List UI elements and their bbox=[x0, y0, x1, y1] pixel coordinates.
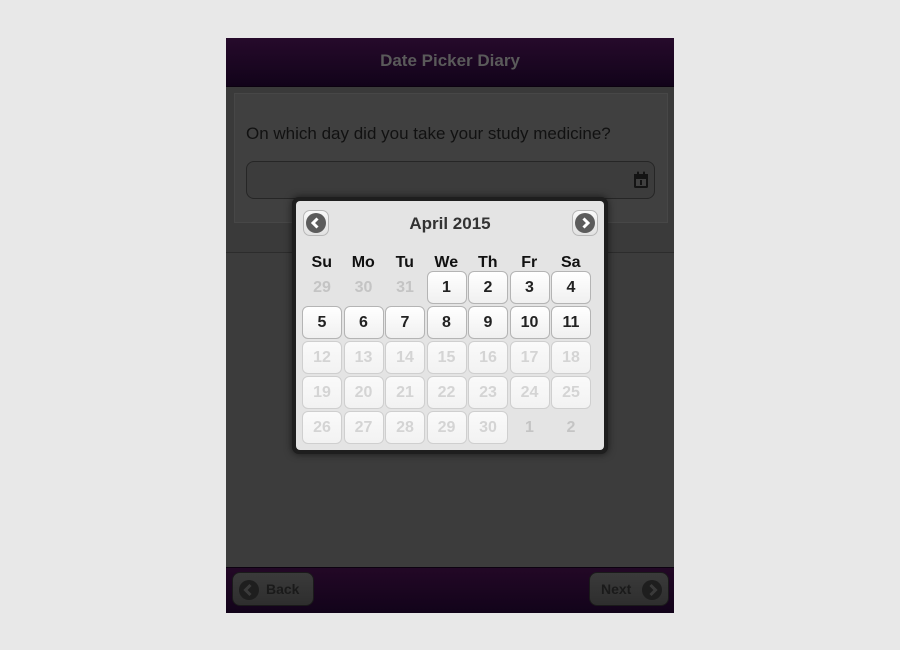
calendar-day[interactable]: 6 bbox=[343, 306, 384, 339]
chevron-right-icon bbox=[575, 213, 595, 233]
calendar-day: 14 bbox=[385, 341, 425, 374]
calendar-day: 19 bbox=[302, 376, 342, 409]
calendar-day: 28 bbox=[385, 411, 425, 444]
back-button-label: Back bbox=[266, 581, 300, 597]
calendar-day: 18 bbox=[551, 341, 591, 374]
calendar-day: 31 bbox=[396, 279, 414, 296]
calendar-day[interactable]: 5 bbox=[302, 306, 342, 339]
calendar-day[interactable]: 11 bbox=[551, 306, 591, 339]
weekday-header: Su bbox=[311, 254, 332, 271]
next-button[interactable]: Next bbox=[589, 572, 669, 606]
calendar-day: 23 bbox=[468, 376, 508, 409]
calendar-day: 15 bbox=[426, 341, 467, 374]
weekday-header: Sa bbox=[560, 254, 581, 271]
question-label: On which day did you take your study med… bbox=[246, 124, 611, 143]
date-picker-popup: April 2015 Su Mo Tu We Th Fr Sa 29 30 31 1 2 3 4 5 6 7 8 9… bbox=[292, 197, 608, 454]
calendar-icon[interactable] bbox=[633, 171, 649, 189]
footer-bar: Back Next bbox=[226, 567, 674, 613]
calendar-day: 17 bbox=[509, 341, 550, 374]
next-button-label: Next bbox=[601, 581, 632, 597]
next-month-button[interactable] bbox=[572, 210, 598, 236]
date-picker-body: April 2015 Su Mo Tu We Th Fr Sa 29 30 31 1 2 3 4 5 6 7 8 9… bbox=[296, 201, 604, 450]
calendar-day: 30 bbox=[468, 411, 508, 444]
back-button[interactable]: Back bbox=[232, 572, 314, 606]
header-bar: Date Picker Diary bbox=[226, 38, 674, 87]
calendar-day: 22 bbox=[426, 376, 467, 409]
weekday-header: Tu bbox=[395, 254, 414, 271]
calendar-day[interactable]: 4 bbox=[551, 271, 591, 304]
calendar-day: 12 bbox=[302, 341, 342, 374]
calendar-day[interactable]: 10 bbox=[509, 306, 550, 339]
calendar-day: 26 bbox=[302, 411, 342, 444]
calendar-day[interactable]: 2 bbox=[468, 271, 508, 304]
calendar-day[interactable]: 1 bbox=[426, 271, 467, 304]
calendar-day: 24 bbox=[509, 376, 550, 409]
calendar-day: 25 bbox=[551, 376, 591, 409]
arrow-left-icon bbox=[239, 580, 259, 600]
calendar-day: 20 bbox=[343, 376, 384, 409]
weekday-header: Mo bbox=[351, 254, 375, 271]
calendar-day: 2 bbox=[566, 419, 576, 436]
weekday-header: Th bbox=[477, 254, 498, 271]
calendar-day[interactable]: 3 bbox=[509, 271, 550, 304]
calendar-day: 30 bbox=[354, 279, 373, 296]
calendar-day: 29 bbox=[313, 279, 331, 296]
month-label: April 2015 bbox=[409, 214, 491, 233]
page-title: Date Picker Diary bbox=[380, 51, 520, 70]
weekday-header: Fr bbox=[521, 254, 538, 271]
arrow-right-icon bbox=[642, 580, 662, 600]
calendar-day[interactable]: 7 bbox=[385, 306, 425, 339]
calendar-day: 13 bbox=[343, 341, 384, 374]
calendar-day[interactable]: 9 bbox=[468, 306, 508, 339]
calendar-day: 21 bbox=[385, 376, 425, 409]
date-input[interactable] bbox=[246, 161, 655, 199]
calendar-day: 27 bbox=[343, 411, 384, 444]
calendar-day: 16 bbox=[468, 341, 508, 374]
weekday-header: We bbox=[434, 254, 459, 271]
calendar-day: 1 bbox=[525, 419, 534, 436]
calendar-day: 29 bbox=[426, 411, 467, 444]
calendar-day[interactable]: 8 bbox=[426, 306, 467, 339]
